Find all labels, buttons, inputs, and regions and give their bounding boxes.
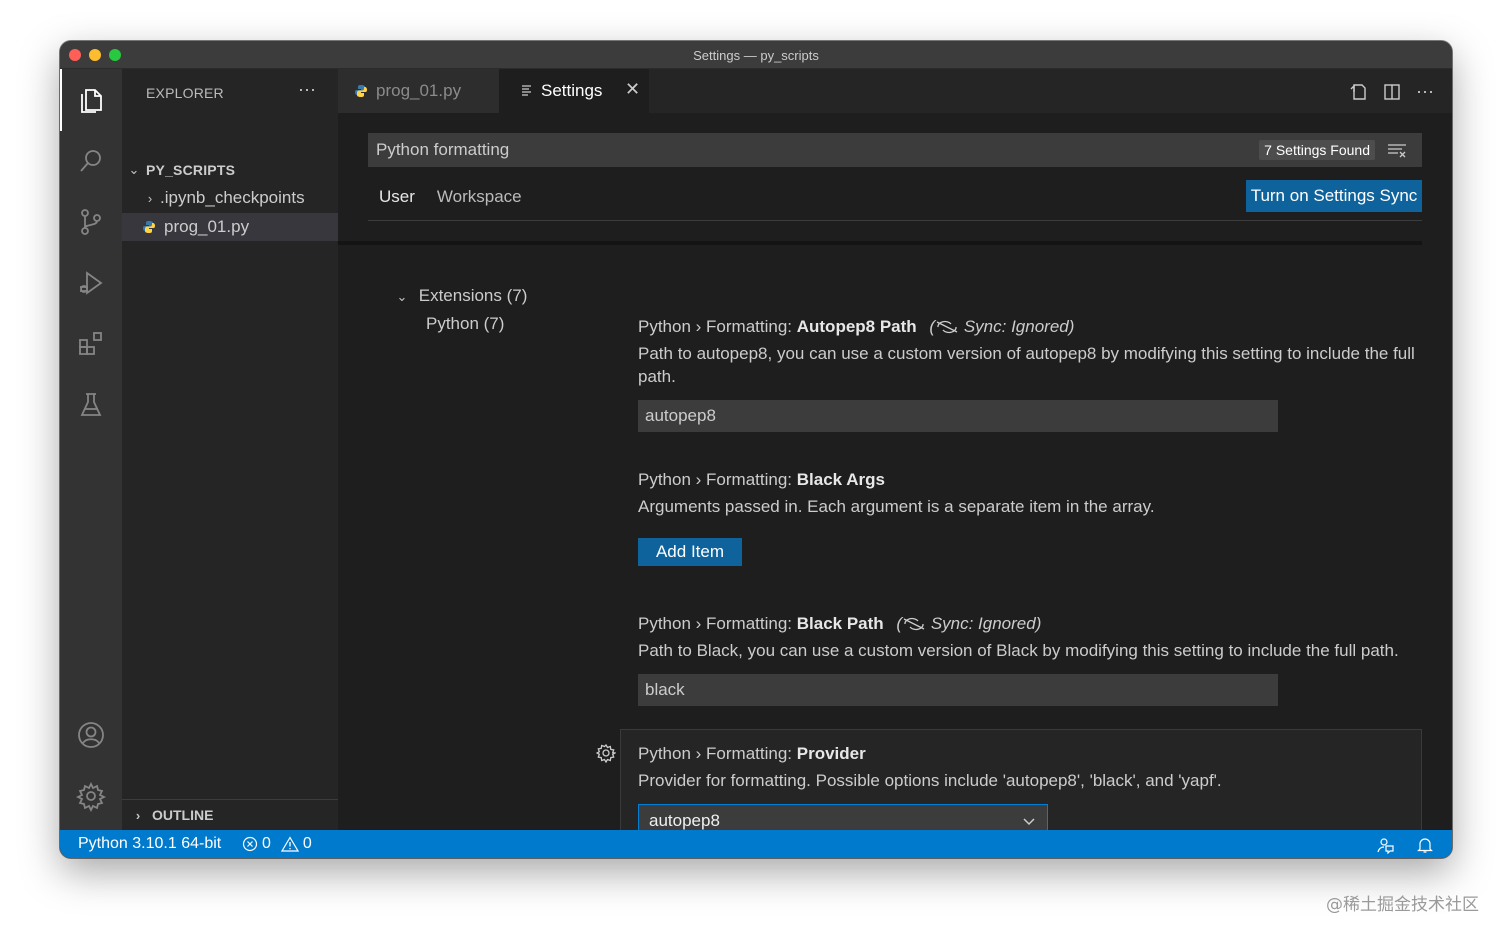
python-interpreter-status[interactable]: Python 3.10.1 64-bit: [78, 835, 221, 853]
run-debug-icon[interactable]: [73, 265, 109, 301]
editor-tab-bar: prog_01.py Settings ✕ ···: [338, 69, 1452, 113]
settings-scope-tabs: User Workspace: [368, 177, 533, 221]
outline-label: OUTLINE: [152, 807, 214, 823]
header-shadow: [338, 241, 1422, 245]
tab-prog01[interactable]: prog_01.py: [338, 69, 499, 113]
setting-provider: Python › Formatting: Provider Provider f…: [638, 744, 1418, 830]
explorer-sidebar: EXPLORER ··· ⌄ PY_SCRIPTS › .ipynb_check…: [122, 69, 338, 830]
tab-settings[interactable]: Settings ✕: [499, 69, 649, 113]
active-indicator: [60, 69, 62, 131]
error-count: 0: [262, 835, 271, 852]
tree-item-prog01[interactable]: prog_01.py: [122, 213, 338, 241]
setting-description: Arguments passed in. Each argument is a …: [638, 497, 1155, 516]
add-item-button[interactable]: Add Item: [638, 538, 742, 566]
tree-item-checkpoints[interactable]: › .ipynb_checkpoints: [122, 184, 338, 212]
warning-count: 0: [302, 835, 312, 852]
python-file-icon: [143, 221, 155, 233]
black-path-input[interactable]: black: [638, 674, 1278, 706]
chevron-down-icon: ⌄: [396, 289, 408, 304]
sync-ignored-note: ( Sync: Ignored): [929, 317, 1075, 336]
setting-description: Provider for formatting. Possible option…: [638, 771, 1222, 790]
editor-actions: ···: [1348, 81, 1434, 102]
toc-label: Python (7): [426, 314, 505, 333]
settings-found-badge: 7 Settings Found: [1259, 140, 1375, 160]
setting-name: Black Path: [796, 614, 884, 633]
setting-description: Path to Black, you can use a custom vers…: [638, 641, 1399, 660]
chevron-down-icon: [1023, 818, 1035, 826]
vscode-window: Settings — py_scripts EXPLORER ··· ⌄ PY_…: [60, 41, 1452, 858]
tab-workspace[interactable]: Workspace: [426, 177, 533, 221]
setting-name: Autopep8 Path: [796, 317, 917, 336]
open-settings-json-icon[interactable]: [1348, 82, 1368, 102]
extensions-icon[interactable]: [73, 326, 109, 362]
explorer-title: EXPLORER: [146, 85, 224, 101]
setting-black-path: Python › Formatting: Black Path ( Sync: …: [638, 614, 1418, 706]
tab-label: Settings: [541, 81, 603, 100]
setting-title: Python › Formatting: Black Args: [638, 470, 1418, 490]
setting-prefix: Python › Formatting:: [638, 470, 797, 489]
sync-ignored-icon: [903, 617, 925, 631]
sync-note-text: Sync: Ignored): [930, 614, 1042, 633]
sync-ignored-icon: [936, 320, 958, 334]
accounts-icon[interactable]: [73, 717, 109, 753]
folder-header[interactable]: ⌄ PY_SCRIPTS: [122, 156, 338, 184]
manage-gear-icon[interactable]: [73, 778, 109, 814]
setting-title: Python › Formatting: Provider: [638, 744, 1418, 764]
toc-label: Extensions (7): [418, 286, 528, 305]
turn-on-settings-sync-button[interactable]: Turn on Settings Sync: [1246, 180, 1422, 212]
provider-selected-value: autopep8: [649, 811, 720, 830]
chevron-right-icon: ›: [135, 807, 141, 823]
setting-prefix: Python › Formatting:: [638, 317, 797, 336]
setting-title: Python › Formatting: Autopep8 Path ( Syn…: [638, 317, 1418, 337]
explorer-icon[interactable]: [73, 82, 109, 118]
settings-editor: Python formatting 7 Settings Found User …: [338, 113, 1452, 830]
title-bar: Settings — py_scripts: [60, 41, 1452, 69]
tree-item-label: .ipynb_checkpoints: [160, 188, 305, 207]
scope-divider: [368, 220, 1422, 221]
setting-black-args: Python › Formatting: Black Args Argument…: [638, 470, 1418, 566]
outline-section[interactable]: › OUTLINE: [122, 799, 338, 830]
autopep8-path-input[interactable]: autopep8: [638, 400, 1278, 432]
close-icon[interactable]: ✕: [625, 79, 640, 100]
setting-gear-icon[interactable]: [596, 743, 616, 763]
setting-title: Python › Formatting: Black Path ( Sync: …: [638, 614, 1418, 634]
settings-editor-icon: [522, 85, 531, 96]
settings-search-input[interactable]: Python formatting 7 Settings Found: [368, 133, 1422, 167]
clear-filter-icon[interactable]: [1387, 142, 1407, 158]
source-control-icon[interactable]: [73, 204, 109, 240]
window-title: Settings — py_scripts: [693, 48, 819, 63]
more-icon[interactable]: ···: [1416, 81, 1434, 102]
setting-name: Provider: [796, 744, 866, 763]
toc-item-python[interactable]: Python (7): [426, 314, 504, 334]
sync-ignored-note: ( Sync: Ignored): [896, 614, 1042, 633]
provider-select[interactable]: autopep8: [638, 804, 1048, 830]
feedback-icon[interactable]: [1376, 836, 1394, 854]
warning-icon: [280, 836, 299, 852]
search-value: Python formatting: [376, 140, 510, 159]
watermark-text: @稀土掘金技术社区: [1326, 895, 1479, 915]
tab-label: prog_01.py: [376, 81, 462, 100]
setting-prefix: Python › Formatting:: [638, 614, 797, 633]
tree-item-label: prog_01.py: [164, 217, 250, 236]
setting-description: Path to autopep8, you can use a custom v…: [638, 344, 1415, 386]
more-actions-icon[interactable]: ···: [298, 79, 316, 100]
chevron-right-icon: ›: [147, 190, 153, 206]
toc-item-extensions[interactable]: ⌄ Extensions (7): [394, 286, 528, 306]
python-file-icon: [355, 85, 367, 97]
notifications-bell-icon[interactable]: [1416, 836, 1434, 854]
status-bar: Python 3.10.1 64-bit 0 0: [60, 830, 1452, 858]
folder-name: PY_SCRIPTS: [146, 162, 236, 178]
setting-autopep8-path: Python › Formatting: Autopep8 Path ( Syn…: [638, 317, 1418, 432]
problems-status[interactable]: 0 0: [242, 835, 312, 853]
activity-bar: [60, 69, 122, 830]
error-icon: [242, 836, 258, 852]
chevron-down-icon: ⌄: [128, 162, 140, 177]
testing-icon[interactable]: [73, 387, 109, 423]
setting-name: Black Args: [796, 470, 885, 489]
search-icon[interactable]: [73, 143, 109, 179]
split-editor-icon[interactable]: [1382, 82, 1402, 102]
tab-user[interactable]: User: [368, 177, 426, 221]
setting-prefix: Python › Formatting:: [638, 744, 797, 763]
sync-note-text: Sync: Ignored): [963, 317, 1075, 336]
